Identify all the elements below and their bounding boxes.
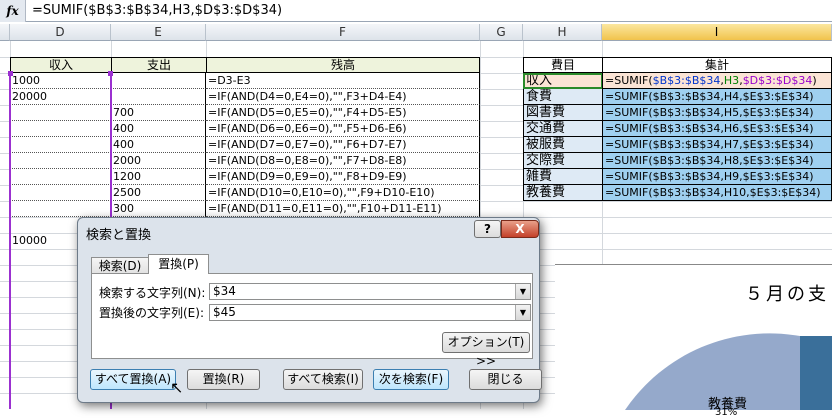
find-label: 検索する文字列(N): xyxy=(99,286,206,300)
replace-panel: 検索する文字列(N): $34 ▼ 置換後の文字列(E): $45 ▼ オプショ… xyxy=(91,273,533,368)
summary-formula[interactable]: =SUMIF($B$3:$B$34,H10,$E$3:$E$34) xyxy=(602,185,832,201)
options-button[interactable]: オプション(T) >> xyxy=(442,332,530,368)
pie-slice-other xyxy=(800,336,832,410)
cell-e[interactable]: 400 xyxy=(111,121,206,137)
formula-part: ) xyxy=(812,74,817,87)
summary-formula[interactable]: =SUMIF($B$3:$B$34,H9,$E$3:$E$34) xyxy=(602,169,832,185)
find-all-button[interactable]: すべて検索(I) xyxy=(283,369,363,390)
row-header-corner[interactable] xyxy=(0,24,10,41)
formula-part: $D$3:$D$34 xyxy=(742,74,813,87)
summary-formula[interactable]: =SUMIF($B$3:$B$34,H4,$E$3:$E$34) xyxy=(602,89,832,105)
formula-text[interactable]: =SUMIF($B$3:$B$34,H3,$D$3:$D$34) xyxy=(32,3,282,18)
summary-category[interactable]: 被服費 xyxy=(523,137,603,153)
header-total[interactable]: 集計 xyxy=(602,57,832,73)
formula-bar[interactable]: fx =SUMIF($B$3:$B$34,H3,$D$3:$D$34) xyxy=(0,0,832,22)
cell-e[interactable] xyxy=(111,73,206,89)
close-button[interactable]: 閉じる xyxy=(469,369,542,390)
cell-f[interactable]: =IF(AND(D8=0,E8=0),"",F7+D8-E8) xyxy=(206,153,480,169)
dialog-title: 検索と置換 xyxy=(86,228,152,243)
column-header-h[interactable]: H xyxy=(523,24,602,41)
chevron-down-icon[interactable]: ▼ xyxy=(515,284,530,299)
chevron-down-icon[interactable]: ▼ xyxy=(515,305,530,320)
mouse-cursor-icon: ↖ xyxy=(170,378,184,397)
cell-e[interactable]: 2000 xyxy=(111,153,206,169)
cell-e[interactable]: 400 xyxy=(111,137,206,153)
column-header-i[interactable]: I xyxy=(602,24,832,41)
replace-label: 置換後の文字列(E): xyxy=(99,306,204,320)
formula-part: =SUMIF( xyxy=(605,74,653,87)
fx-icon[interactable]: fx xyxy=(0,0,26,22)
cell-e[interactable]: 300 xyxy=(111,201,206,217)
cell-f[interactable]: =IF(AND(D7=0,E7=0),"",F6+D7-E7) xyxy=(206,137,480,153)
header-income[interactable]: 収入 xyxy=(10,57,112,73)
summary-formula[interactable]: =SUMIF($B$3:$B$34,H6,$E$3:$E$34) xyxy=(602,121,832,137)
column-header-d[interactable]: D xyxy=(10,24,111,41)
range-handle[interactable] xyxy=(108,71,113,76)
column-header-f[interactable]: F xyxy=(206,24,480,41)
replace-all-button[interactable]: すべて置換(A) xyxy=(90,369,176,390)
find-next-button[interactable]: 次を検索(F) xyxy=(373,369,449,390)
tab-replace[interactable]: 置換(P) xyxy=(148,254,209,274)
cell-f[interactable]: =D3-E3 xyxy=(206,73,480,89)
range-handle[interactable] xyxy=(8,71,13,76)
summary-formula[interactable]: =SUMIF($B$3:$B$34,H5,$E$3:$E$34) xyxy=(602,105,832,121)
cell-e[interactable] xyxy=(111,89,206,105)
formula-part: $B$3:$B$34 xyxy=(652,74,721,87)
cell-f[interactable]: =IF(AND(D6=0,E6=0),"",F5+D6-E6) xyxy=(206,121,480,137)
summary-formula[interactable]: =SUMIF($B$3:$B$34,H7,$E$3:$E$34) xyxy=(602,137,832,153)
column-header-e[interactable]: E xyxy=(111,24,206,41)
cell-f[interactable]: =IF(AND(D9=0,E9=0),"",F8+D9-E9) xyxy=(206,169,480,185)
column-header-g[interactable]: G xyxy=(480,24,523,41)
summary-category[interactable]: 雑費 xyxy=(523,169,603,185)
replace-button[interactable]: 置換(R) xyxy=(187,369,260,390)
cell-e[interactable]: 2500 xyxy=(111,185,206,201)
cell-e[interactable]: 700 xyxy=(111,105,206,121)
find-input[interactable]: $34 xyxy=(209,283,531,300)
cell-e[interactable]: 1200 xyxy=(111,169,206,185)
summary-formula[interactable]: =SUMIF($B$3:$B$34,H8,$E$3:$E$34) xyxy=(602,153,832,169)
summary-category[interactable]: 図書費 xyxy=(523,105,603,121)
cell-f[interactable]: =IF(AND(D10=0,E10=0),"",F9+D10-E10) xyxy=(206,185,480,201)
header-balance[interactable]: 残高 xyxy=(206,57,480,73)
summary-category[interactable]: 収入 xyxy=(523,73,603,89)
pie-svg xyxy=(625,333,832,410)
cell-f[interactable]: =IF(AND(D4=0,E4=0),"",F3+D4-E4) xyxy=(206,89,480,105)
help-button[interactable]: ? xyxy=(474,220,501,238)
replace-input[interactable]: $45 xyxy=(209,304,531,321)
cell-f[interactable]: =IF(AND(D11=0,E11=0),"",F10+D11-E11) xyxy=(206,201,480,217)
pie-chart[interactable]: ５月の支 教養費 31% xyxy=(555,264,832,418)
formula-part: H3 xyxy=(723,74,740,87)
close-icon[interactable]: X xyxy=(501,220,539,238)
summary-category[interactable]: 交際費 xyxy=(523,153,603,169)
find-replace-dialog: 検索と置換 ? X 検索(D) 置換(P) 検索する文字列(N): $34 ▼ … xyxy=(77,217,542,403)
summary-category[interactable]: 交通費 xyxy=(523,121,603,137)
summary-formula[interactable]: =SUMIF($B$3:$B$34,H3,$D$3:$D$34) xyxy=(602,73,832,89)
summary-category[interactable]: 食費 xyxy=(523,89,603,105)
header-category[interactable]: 費目 xyxy=(523,57,603,73)
cell-f[interactable]: =IF(AND(D5=0,E5=0),"",F4+D5-E5) xyxy=(206,105,480,121)
summary-category[interactable]: 教養費 xyxy=(523,185,603,201)
header-expense[interactable]: 支出 xyxy=(111,57,207,73)
